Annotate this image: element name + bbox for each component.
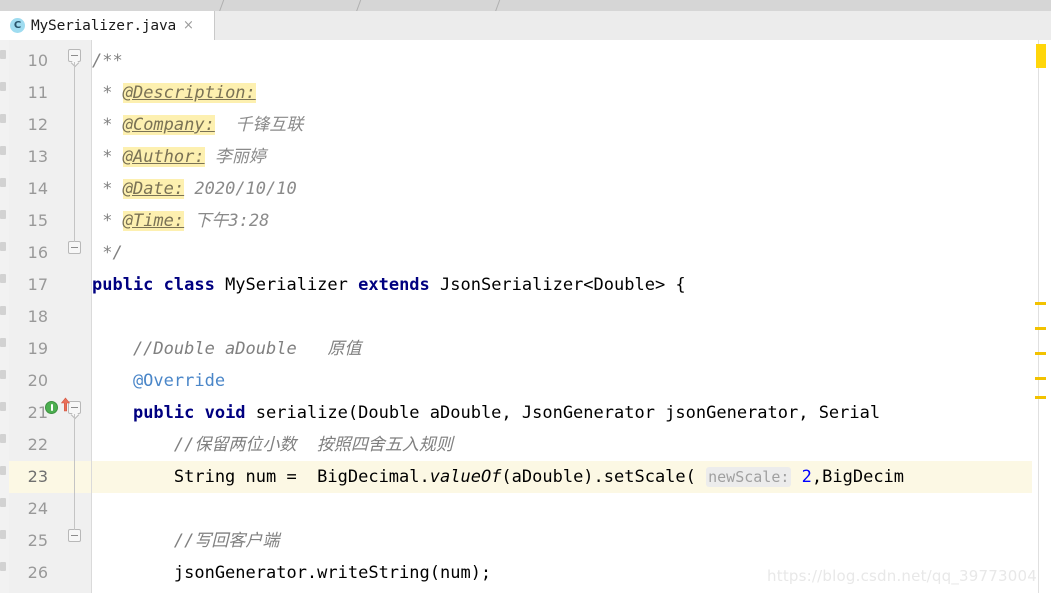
code-token: ,BigDecim — [811, 467, 905, 487]
watermark-text: https://blog.csdn.net/qq_39773004 — [767, 567, 1037, 585]
line-number: 16 — [27, 243, 48, 262]
warning-stripe-mark[interactable] — [1035, 377, 1046, 380]
code-line: //Double aDouble 原值 — [92, 333, 361, 365]
scrollbar-track[interactable] — [1038, 40, 1039, 593]
code-line: * @Author: 李丽婷 — [92, 141, 266, 173]
warning-stripe-mark[interactable] — [1035, 396, 1046, 399]
code-line: * @Description: — [92, 77, 256, 109]
code-token: JsonSerializer<Double> { — [440, 275, 686, 295]
code-line: //写回客户端 — [92, 525, 279, 557]
code-token: //保留两位小数 按照四舍五入规则 — [92, 435, 453, 455]
line-number: 19 — [27, 339, 48, 358]
line-number: 22 — [27, 435, 48, 454]
line-number: 27 — [0, 589, 48, 593]
code-text-area[interactable]: /** * @Description: * @Company: 千锋互联 * @… — [92, 40, 1032, 593]
line-number: 21 — [27, 403, 48, 422]
code-line: * @Date: 2020/10/10 — [92, 173, 297, 205]
line-number: 20 — [27, 371, 48, 390]
code-line: jsonGenerator.writeString(num); — [92, 557, 491, 589]
warning-stripe-mark[interactable] — [1035, 302, 1046, 305]
code-token: String num = BigDecimal. — [92, 467, 430, 487]
java-class-icon: C — [10, 18, 25, 33]
code-editor[interactable]: 1011121314151617181920212223242526272829… — [0, 40, 1051, 593]
code-token: @Description: — [122, 83, 256, 103]
code-token: 下午3:28 — [184, 211, 270, 231]
info-green-icon[interactable] — [45, 401, 58, 414]
line-number: 10 — [27, 51, 48, 70]
code-line: /** — [92, 45, 123, 77]
code-token: //写回客户端 — [92, 531, 280, 551]
code-line: String num = BigDecimal.valueOf(aDouble)… — [92, 461, 904, 493]
code-token: jsonGenerator.writeString(num); — [92, 563, 492, 583]
line-number: 15 — [27, 211, 48, 230]
code-token: @Date: — [122, 179, 185, 199]
fold-region-line — [74, 62, 75, 242]
warning-stripe-mark[interactable] — [1035, 352, 1046, 355]
code-token: * — [92, 211, 123, 231]
code-line: * @Company: 千锋互联 — [92, 109, 303, 141]
code-line: */ — [92, 237, 123, 269]
code-token: @Time: — [122, 211, 185, 231]
breadcrumb-separator-icon — [494, 0, 501, 11]
breadcrumb-separator-icon — [218, 0, 225, 11]
line-number: 13 — [27, 147, 48, 166]
code-fold-marker[interactable] — [68, 529, 81, 542]
editor-tab-myserializer[interactable]: C MySerializer.java × — [0, 11, 215, 40]
warning-stripe-mark[interactable] — [1035, 327, 1046, 330]
code-line: public class MySerializer extends JsonSe… — [92, 269, 686, 301]
code-token: * — [92, 115, 123, 135]
code-token: public void — [132, 403, 256, 423]
code-token: * — [92, 147, 123, 167]
code-token: extends — [358, 275, 441, 295]
line-number: 14 — [27, 179, 48, 198]
code-token: public class — [92, 275, 226, 295]
code-token: 2020/10/10 — [184, 179, 297, 199]
code-line: * @Time: 下午3:28 — [92, 205, 269, 237]
line-number: 26 — [27, 563, 48, 582]
line-number: 23 — [27, 467, 48, 486]
code-token: @Author: — [122, 147, 205, 167]
code-token: */ — [92, 243, 123, 263]
code-token: valueOf — [429, 467, 502, 487]
breadcrumb-separator-icon — [355, 0, 362, 11]
close-icon[interactable]: × — [183, 19, 194, 32]
code-token: * — [92, 179, 123, 199]
error-stripe[interactable] — [1032, 40, 1051, 593]
code-token: 2 — [801, 467, 812, 487]
code-line: //保留两位小数 按照四舍五入规则 — [92, 429, 453, 461]
code-token: 李丽婷 — [204, 147, 266, 167]
editor-tab-bar: C MySerializer.java × — [0, 11, 1051, 41]
ide-window: C MySerializer.java × 10 11 12 13 14 15 … — [0, 0, 1051, 593]
code-line: @Override — [92, 365, 225, 397]
line-number: 18 — [27, 307, 48, 326]
code-token: * — [92, 83, 123, 103]
fold-region-line — [74, 414, 75, 530]
line-number: 11 — [27, 83, 48, 102]
code-token: serialize(Double aDouble, JsonGenerator … — [255, 403, 881, 423]
override-method-arrow-icon[interactable] — [60, 397, 71, 412]
line-number: 25 — [27, 531, 48, 550]
breadcrumb-strip — [0, 0, 1051, 11]
code-token: @Override — [92, 371, 226, 391]
line-number: 24 — [27, 499, 48, 518]
code-token: newScale: — [706, 467, 792, 487]
warning-stripe-mark[interactable] — [1036, 44, 1046, 68]
code-token: @Company: — [122, 115, 215, 135]
line-number: 12 — [27, 115, 48, 134]
code-token: MySerializer — [225, 275, 359, 295]
code-line: public void serialize(Double aDouble, Js… — [92, 397, 880, 429]
code-token: //Double aDouble 原值 — [92, 339, 362, 359]
editor-tab-label: MySerializer.java — [31, 17, 177, 34]
line-number: 17 — [27, 275, 48, 294]
code-fold-marker[interactable] — [68, 49, 81, 62]
code-token: (aDouble).setScale( — [501, 467, 707, 487]
code-fold-marker[interactable] — [68, 241, 81, 254]
code-token: /** — [92, 51, 123, 71]
code-token: 千锋互联 — [214, 115, 304, 135]
